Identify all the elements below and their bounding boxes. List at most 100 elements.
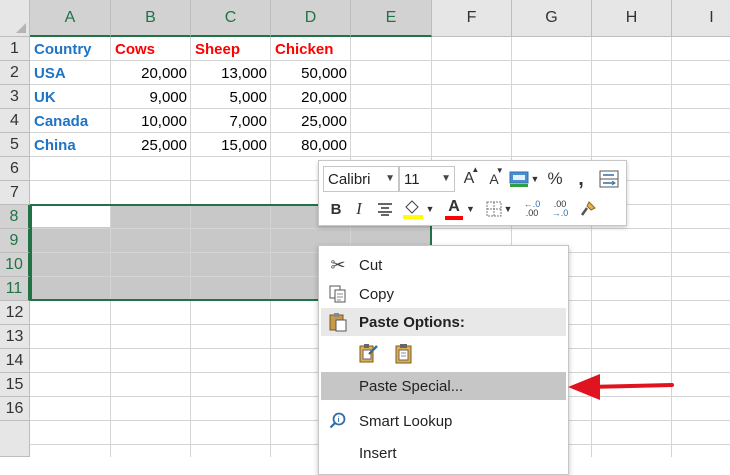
scissors-icon: ✂	[330, 254, 346, 275]
row-header-11[interactable]: 11	[0, 277, 30, 301]
menu-item-smart-lookup[interactable]: i Smart Lookup	[321, 407, 566, 435]
paste-button[interactable]	[355, 340, 381, 366]
borders-icon	[486, 201, 502, 217]
increase-font-size-button[interactable]: A ▲	[458, 165, 480, 191]
decrease-font-size-icon: A ▼	[489, 166, 504, 187]
svg-text:i: i	[338, 417, 340, 424]
center-align-button[interactable]	[373, 197, 397, 221]
paste-option-buttons	[355, 340, 417, 368]
row-header-5[interactable]: 5	[0, 133, 30, 157]
wrap-text-button[interactable]	[597, 167, 621, 191]
mini-toolbar: Calibri ▼ 11 ▼ A ▲ A ▼ ▼ % , B I ▼ A ▼ ▼…	[318, 160, 627, 226]
accounting-format-button[interactable]: ▼	[508, 167, 540, 191]
percent-icon: %	[547, 169, 563, 188]
row-header-12[interactable]: 12	[0, 301, 30, 325]
column-header-b[interactable]: B	[111, 0, 191, 37]
cell-b3[interactable]: 9,000	[111, 85, 190, 109]
context-menu: ✂ Cut Copy Paste Options: Paste Special.…	[318, 245, 569, 475]
row-header-10[interactable]: 10	[0, 253, 30, 277]
paste-options-header: Paste Options:	[321, 308, 566, 336]
menu-item-copy[interactable]: Copy	[321, 280, 566, 308]
cell-c1[interactable]: Sheep	[191, 37, 270, 61]
menu-item-label: Insert	[359, 444, 397, 462]
comma-style-button[interactable]: ,	[571, 167, 591, 191]
cell-d4[interactable]: 25,000	[271, 109, 350, 133]
row-header-17[interactable]	[0, 421, 30, 457]
cell-b4[interactable]: 10,000	[111, 109, 190, 133]
row-header-9[interactable]: 9	[0, 229, 30, 253]
increase-font-size-icon: A ▲	[463, 165, 480, 187]
clipboard-icon	[327, 311, 349, 333]
cell-b1[interactable]: Cows	[111, 37, 190, 61]
paste-formatting-icon	[359, 344, 378, 363]
cell-b2[interactable]: 20,000	[111, 61, 190, 85]
increase-decimal-button[interactable]: ←.0.00	[519, 197, 545, 221]
row-header-2[interactable]: 2	[0, 61, 30, 85]
decrease-font-size-button[interactable]: A ▼	[483, 166, 505, 191]
column-header-c[interactable]: C	[191, 0, 271, 37]
cell-a1[interactable]: Country	[30, 37, 110, 61]
cell-b5[interactable]: 25,000	[111, 133, 190, 157]
bold-button[interactable]: B	[325, 197, 347, 221]
row-header-15[interactable]: 15	[0, 373, 30, 397]
font-size-combo[interactable]: 11 ▼	[399, 166, 455, 192]
borders-button[interactable]: ▼	[483, 197, 515, 221]
menu-item-insert[interactable]: Insert	[321, 439, 566, 467]
font-color-icon: A	[445, 198, 464, 220]
chevron-down-icon: ▼	[503, 204, 513, 214]
column-header-e[interactable]: E	[351, 0, 432, 37]
column-header-g[interactable]: G	[512, 0, 592, 37]
cell-c5[interactable]: 15,000	[191, 133, 270, 157]
paste-values-button[interactable]	[391, 340, 417, 366]
cell-d1[interactable]: Chicken	[271, 37, 350, 61]
italic-icon: I	[356, 199, 362, 218]
row-header-16[interactable]: 16	[0, 397, 30, 421]
chevron-down-icon: ▼	[441, 173, 451, 184]
cell-a5[interactable]: China	[30, 133, 110, 157]
column-header-h[interactable]: H	[592, 0, 672, 37]
decrease-decimal-icon: .00 →.0	[551, 199, 569, 218]
cell-c2[interactable]: 13,000	[191, 61, 270, 85]
fill-color-button[interactable]: ▼	[399, 197, 437, 221]
row-header-13[interactable]: 13	[0, 325, 30, 349]
menu-item-paste-special[interactable]: Paste Special...	[321, 372, 566, 400]
font-name-value: Calibri	[328, 170, 371, 188]
cell-d5[interactable]: 80,000	[271, 133, 350, 157]
fill-color-icon	[402, 200, 423, 219]
menu-item-label: Paste Special...	[359, 377, 464, 395]
align-center-icon	[378, 203, 392, 216]
cell-c4[interactable]: 7,000	[191, 109, 270, 133]
format-painter-button[interactable]	[575, 197, 601, 221]
row-header-1[interactable]: 1	[0, 37, 30, 61]
percent-style-button[interactable]: %	[543, 167, 567, 191]
italic-button[interactable]: I	[349, 197, 369, 221]
chevron-down-icon: ▼	[425, 204, 435, 214]
cell-a3[interactable]: UK	[30, 85, 110, 109]
row-header-6[interactable]: 6	[0, 157, 30, 181]
column-header-d[interactable]: D	[271, 0, 351, 37]
row-header-7[interactable]: 7	[0, 181, 30, 205]
decrease-decimal-button[interactable]: .00 →.0	[547, 197, 573, 221]
select-all-corner[interactable]	[0, 0, 30, 37]
column-header-a[interactable]: A	[30, 0, 111, 37]
font-name-combo[interactable]: Calibri ▼	[323, 166, 399, 192]
row-header-14[interactable]: 14	[0, 349, 30, 373]
chevron-down-icon: ▼	[530, 174, 540, 184]
cell-a4[interactable]: Canada	[30, 109, 110, 133]
smart-lookup-icon: i	[327, 410, 349, 432]
comma-style-icon: ,	[578, 167, 584, 190]
row-header-4[interactable]: 4	[0, 109, 30, 133]
font-color-button[interactable]: A ▼	[441, 197, 479, 221]
column-header-i[interactable]: I	[672, 0, 730, 37]
format-painter-icon	[580, 201, 596, 216]
annotation-arrow-icon	[568, 374, 674, 400]
menu-item-label: Cut	[359, 256, 383, 274]
row-header-8[interactable]: 8	[0, 205, 30, 229]
cell-d2[interactable]: 50,000	[271, 61, 350, 85]
row-header-3[interactable]: 3	[0, 85, 30, 109]
cell-a2[interactable]: USA	[30, 61, 110, 85]
cell-c3[interactable]: 5,000	[191, 85, 270, 109]
cell-d3[interactable]: 20,000	[271, 85, 350, 109]
menu-item-cut[interactable]: ✂ Cut	[321, 251, 566, 279]
column-header-f[interactable]: F	[432, 0, 512, 37]
